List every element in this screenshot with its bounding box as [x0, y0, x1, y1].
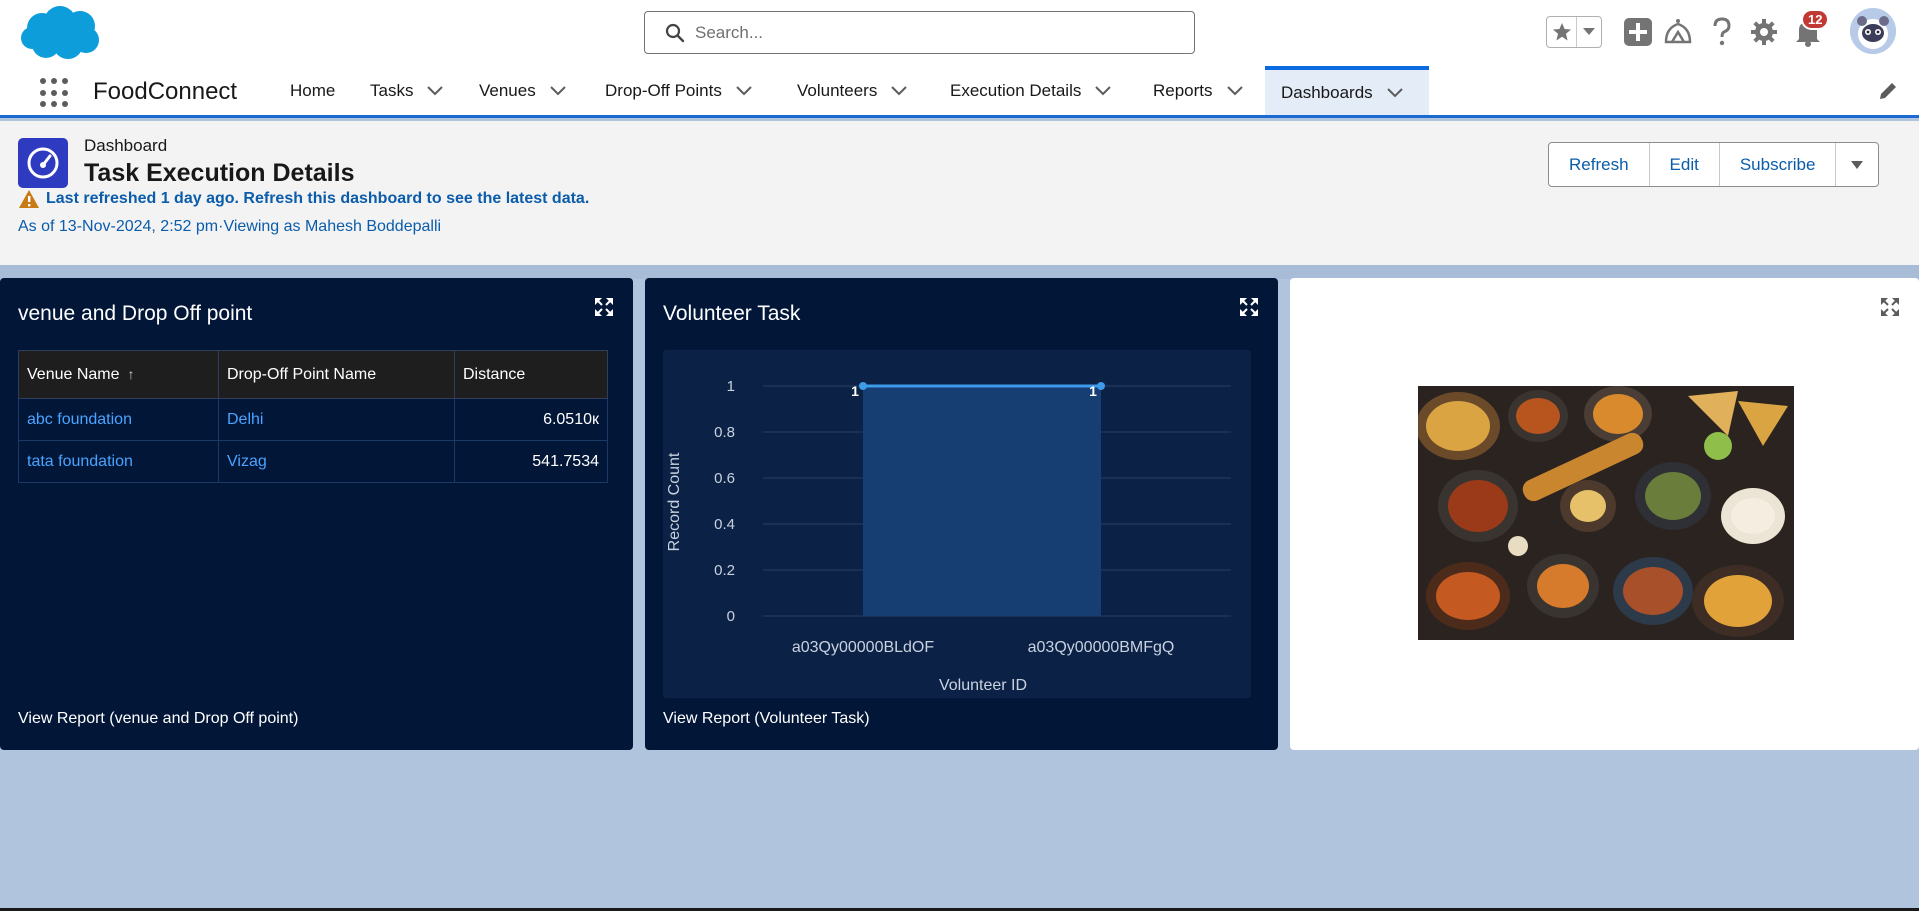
nav-item-drop-off-points[interactable]: Drop-Off Points: [605, 66, 754, 115]
refresh-warning-text: Last refreshed 1 day ago. Refresh this d…: [46, 190, 590, 207]
widget-title: venue and Drop Off point: [18, 302, 253, 325]
nav-item-label: Home: [290, 80, 336, 100]
venue-link[interactable]: abc foundation: [18, 398, 219, 441]
y-axis-title: Record Count: [666, 452, 683, 551]
edit-button[interactable]: Edit: [1649, 143, 1720, 186]
widget-title: Volunteer Task: [663, 302, 801, 325]
caret-down-icon: [1851, 160, 1864, 169]
column-header-distance[interactable]: Distance: [454, 350, 608, 399]
nav-item-execution-details[interactable]: Execution Details: [950, 66, 1113, 115]
global-header: 12: [0, 0, 1919, 66]
widget-venue-dropoff-table: venue and Drop Off point Venue Name ↑ Dro…: [0, 278, 633, 750]
data-label: 1: [851, 383, 859, 399]
y-tick-label: 0.6: [714, 470, 735, 487]
edit-nav-pencil-icon[interactable]: [1877, 80, 1899, 102]
astro-avatar-icon: [1850, 8, 1896, 54]
nav-item-reports[interactable]: Reports: [1153, 66, 1245, 115]
dashboard-type-label: Dashboard: [84, 136, 168, 155]
setup-gear-icon[interactable]: [1748, 16, 1780, 48]
chevron-down-icon[interactable]: [425, 81, 445, 101]
y-tick-label: 0.2: [714, 562, 735, 579]
dashboard-canvas-top-band: [0, 265, 1919, 279]
chevron-down-icon[interactable]: [734, 81, 754, 101]
dropoff-link[interactable]: Vizag: [218, 440, 455, 483]
chevron-down-icon[interactable]: [1225, 81, 1245, 101]
global-search[interactable]: [644, 11, 1195, 54]
nav-item-label: Tasks: [370, 80, 414, 100]
app-navigation-bar: FoodConnect Home Tasks Venues Drop-Off P…: [0, 66, 1919, 118]
area-fill: [863, 386, 1101, 616]
nav-item-home[interactable]: Home: [290, 66, 335, 115]
nav-item-volunteers[interactable]: Volunteers: [797, 66, 909, 115]
nav-item-label: Venues: [479, 80, 536, 100]
line-chart: 0 0.2 0.4 0.6 0.8 1 1 1 a03Qy00000BLdOF a03Qy0000…: [666, 378, 1231, 694]
y-tick-label: 0.8: [714, 424, 735, 441]
y-tick-label: 0.4: [714, 516, 735, 533]
view-report-link[interactable]: View Report (Volunteer Task): [663, 710, 870, 728]
trailhead-guidance-icon[interactable]: [1662, 16, 1694, 48]
expand-icon[interactable]: [1240, 298, 1258, 316]
data-point: [859, 382, 867, 390]
column-header-dropoff[interactable]: Drop-Off Point Name: [218, 350, 455, 399]
nav-item-tasks[interactable]: Tasks: [370, 66, 445, 115]
dashboard-header: Dashboard Task Execution Details Last re…: [0, 121, 1919, 265]
nav-item-dashboards[interactable]: Dashboards: [1265, 66, 1429, 115]
nav-item-label: Reports: [1153, 80, 1213, 100]
nav-item-venues[interactable]: Venues: [479, 66, 568, 115]
table-row: tata foundation Vizag 541.7534: [18, 440, 608, 483]
widget-volunteer-task-chart: Volunteer Task 0 0.2 0.4 0.6 0.8 1 1 1 a03Qy0000…: [645, 278, 1278, 750]
distance-value: 6.0510к: [454, 398, 608, 441]
y-tick-label: 1: [727, 378, 735, 395]
data-table: Venue Name ↑ Drop-Off Point Name Distance…: [18, 350, 608, 483]
dashboard-gauge-icon: [18, 138, 68, 188]
chevron-down-icon[interactable]: [1385, 83, 1405, 103]
app-name: FoodConnect: [93, 78, 238, 105]
star-icon[interactable]: [1547, 17, 1577, 47]
y-tick-label: 0: [727, 608, 735, 625]
favorites-dropdown-icon[interactable]: [1577, 17, 1601, 47]
chart-panel: 0 0.2 0.4 0.6 0.8 1 1 1 a03Qy00000BLdOF a03Qy0000…: [663, 350, 1251, 698]
user-avatar[interactable]: [1848, 6, 1898, 56]
refresh-button[interactable]: Refresh: [1549, 143, 1650, 186]
subscribe-button[interactable]: Subscribe: [1719, 143, 1837, 186]
food-dishes-image: [1418, 386, 1794, 640]
help-icon[interactable]: [1706, 16, 1738, 48]
expand-icon[interactable]: [1881, 298, 1899, 316]
favorites-button[interactable]: [1546, 16, 1602, 48]
x-tick-label: a03Qy00000BLdOF: [792, 639, 935, 656]
nav-item-label: Drop-Off Points: [605, 80, 722, 100]
widget-food-image: [1290, 278, 1919, 750]
as-of-viewing-as: As of 13-Nov-2024, 2:52 pm·Viewing as Ma…: [18, 218, 442, 235]
app-launcher-waffle-icon[interactable]: [40, 78, 70, 108]
salesforce-cloud-logo[interactable]: [20, 4, 102, 62]
chevron-down-icon[interactable]: [1093, 81, 1113, 101]
data-point: [1097, 382, 1105, 390]
view-report-link[interactable]: View Report (venue and Drop Off point): [18, 710, 298, 728]
global-actions-plus-icon[interactable]: [1622, 16, 1654, 48]
distance-value: 541.7534: [454, 440, 608, 483]
column-header-venue[interactable]: Venue Name ↑: [18, 350, 219, 399]
table-row: abc foundation Delhi 6.0510к: [18, 398, 608, 441]
dropoff-link[interactable]: Delhi: [218, 398, 455, 441]
chevron-down-icon[interactable]: [889, 81, 909, 101]
expand-icon[interactable]: [595, 298, 613, 316]
venue-link[interactable]: tata foundation: [18, 440, 219, 483]
nav-item-label: Dashboards: [1281, 82, 1373, 102]
notification-count-badge: 12: [1801, 9, 1830, 30]
nav-item-label: Volunteers: [797, 80, 878, 100]
chevron-down-icon[interactable]: [548, 81, 568, 101]
more-actions-button[interactable]: [1836, 143, 1879, 186]
x-axis-title: Volunteer ID: [939, 677, 1027, 694]
page-title: Task Execution Details: [84, 159, 355, 187]
warning-icon: [19, 190, 39, 208]
x-tick-label: a03Qy00000BMFgQ: [1028, 639, 1175, 656]
search-input[interactable]: [695, 22, 1175, 43]
data-label: 1: [1089, 383, 1097, 399]
refresh-warning: Last refreshed 1 day ago. Refresh this d…: [18, 189, 589, 209]
nav-item-label: Execution Details: [950, 80, 1082, 100]
search-icon: [665, 23, 685, 42]
dashboard-action-buttons: Refresh Edit Subscribe: [1548, 142, 1880, 187]
sort-ascending-icon[interactable]: ↑: [128, 366, 135, 382]
